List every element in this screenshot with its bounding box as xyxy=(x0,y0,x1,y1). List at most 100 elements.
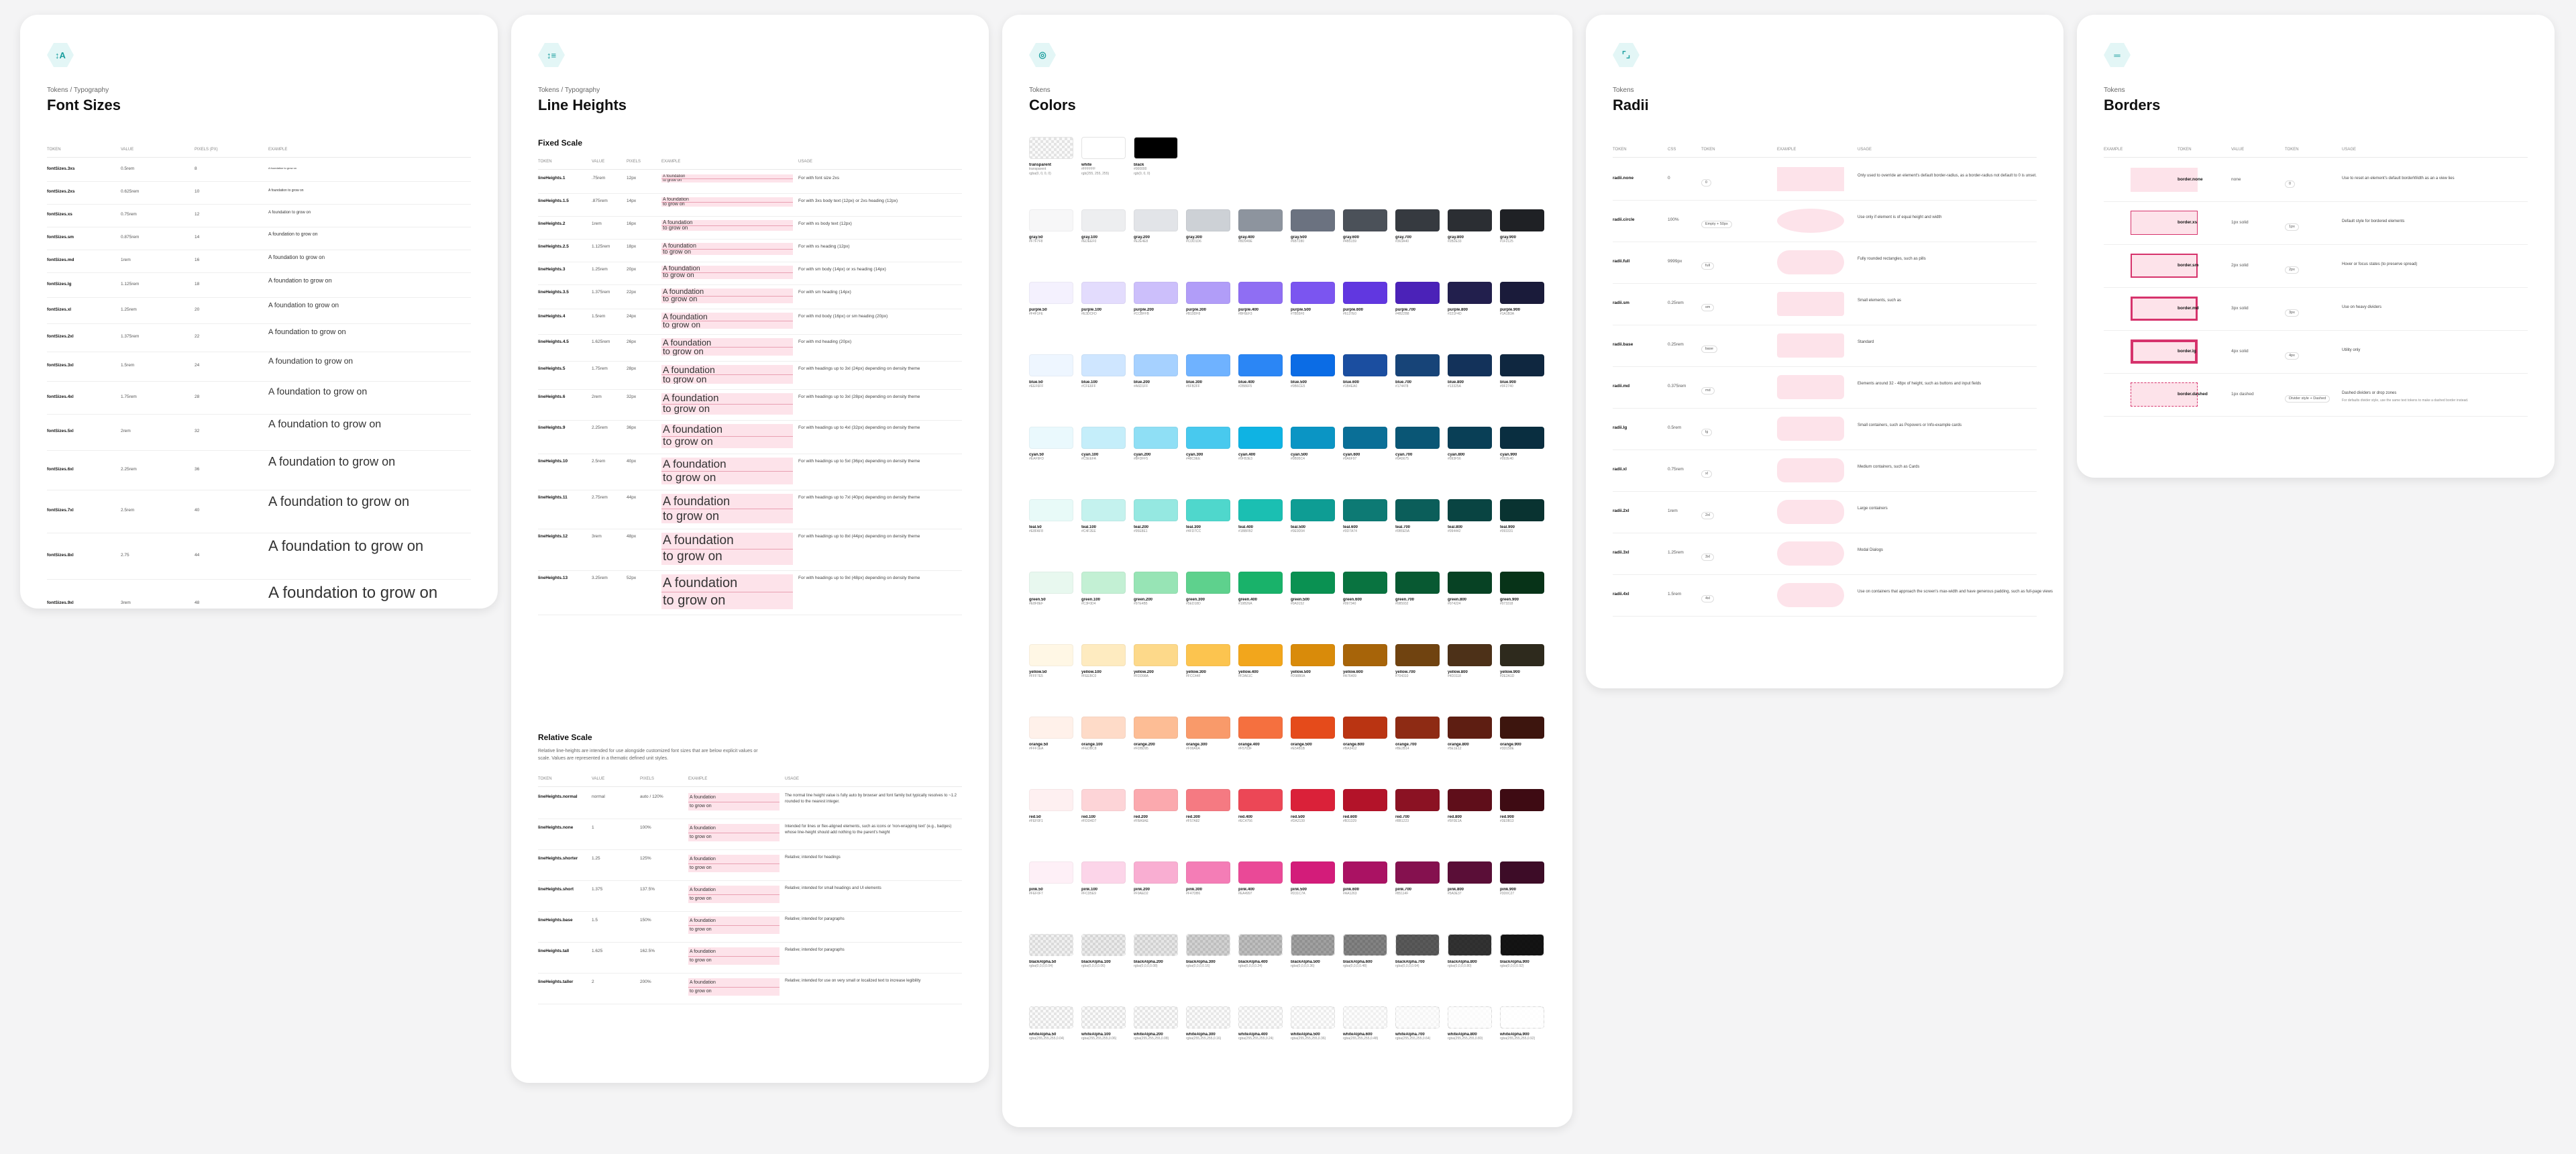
table-row: lineHeights.2.5 1.125rem 18px A foundation t… xyxy=(538,239,962,262)
token-value: 1rem xyxy=(1668,509,1678,513)
token-value: 3rem xyxy=(121,600,131,605)
swatch-color-box xyxy=(1081,354,1126,376)
color-swatch: green.400 #19B26A xyxy=(1238,572,1285,607)
swatch-hex: #0A6F97 xyxy=(1343,457,1357,461)
usage-text: Relative; intended for small headings an… xyxy=(785,886,881,890)
swatch-hex: rgba(255,255,255,0.08) xyxy=(1134,1037,1169,1041)
swatch-color-box xyxy=(1029,572,1073,594)
color-swatch: blue.500 #0B6CE5 xyxy=(1291,354,1338,389)
line-height-example: A foundation to grow on xyxy=(661,533,793,565)
palette-row-cyan: cyan.50 #EAF9FD cyan.100 #C5EEFA cyan.200 #8F… xyxy=(1029,427,1559,474)
table-row: lineHeights.base 1.5 150% A foundation to gr… xyxy=(538,911,962,943)
column-header: PIXELS xyxy=(640,777,655,781)
table-header: TOKEN VALUE PIXELS EXAMPLE USAGE xyxy=(538,160,962,170)
table-row: lineHeights.6 2rem 32px A foundation to grow… xyxy=(538,389,962,421)
token-value: 0.5rem xyxy=(121,166,135,171)
swatch-color-box xyxy=(1395,209,1440,231)
usage-text: Elements around 32 - 48px of height, suc… xyxy=(1858,382,1982,386)
color-swatch: pink.100 #FCD5E9 xyxy=(1081,861,1128,896)
color-swatch: green.600 #097340 xyxy=(1343,572,1390,607)
swatch-hex: #1BBFB2 xyxy=(1238,529,1253,533)
example-line-1: A foundation xyxy=(690,919,716,923)
table-row: fontSizes.8xl 2.75 44 A foundation to grow … xyxy=(47,533,471,580)
swatch-hex: #FEF0F1 xyxy=(1029,819,1043,823)
swatch-color-box xyxy=(1343,499,1387,521)
token-chip: Divider style + Dashed xyxy=(2285,395,2330,403)
color-swatch: cyan.200 #8FDFF5 xyxy=(1134,427,1181,462)
token-chip-cell: 3xl xyxy=(1701,549,1715,561)
swatch-color-box xyxy=(1291,209,1335,231)
color-swatch: green.300 #5ED18D xyxy=(1186,572,1233,607)
color-swatch: purple.50 #F4F1FE xyxy=(1029,282,1076,317)
swatch-hex: #A76409 xyxy=(1343,674,1357,678)
token-pixels: 20px xyxy=(627,267,637,272)
font-size-example: A foundation to grow on xyxy=(268,494,410,510)
color-swatch: cyan.700 #0A5675 xyxy=(1395,427,1442,462)
token-value: 4px solid xyxy=(2231,349,2249,354)
token-chip-cell: 4px xyxy=(2285,348,2299,360)
swatch-color-box xyxy=(1081,499,1126,521)
table-header: TOKEN CSS TOKEN EXAMPLE USAGE xyxy=(1613,148,2037,158)
token-name: radii.2xl xyxy=(1613,509,1629,513)
swatch-hex: #2E2A1D xyxy=(1500,674,1515,678)
swatch-color-box xyxy=(1291,572,1335,594)
line-height-example: A foundation to grow on xyxy=(661,266,793,279)
table-row: lineHeights.taller 2 200% A foundation to gr… xyxy=(538,973,962,1004)
color-swatch: green.200 #97E4B5 xyxy=(1134,572,1181,607)
token-pixels: 22 xyxy=(195,334,200,339)
swatch-hex: #092E40 xyxy=(1500,457,1514,461)
token-value: 1.25rem xyxy=(121,307,137,312)
token-chip: lg xyxy=(1701,429,1713,436)
color-swatch: teal.300 #4FD7CC xyxy=(1186,499,1233,534)
swatch-hex: rgba(0,0,0,0.06) xyxy=(1081,964,1106,968)
swatch-color-box xyxy=(1395,499,1440,521)
swatch-hex: rgba(0,0,0,0.04) xyxy=(1029,964,1053,968)
token-value: 3.25rem xyxy=(592,576,608,580)
usage-text: The normal line height value is fully au… xyxy=(785,794,957,804)
example-line-2: to grow on xyxy=(690,927,712,932)
table-row: radii.3xl 1.25rem 3xl Modal Dialogs xyxy=(1613,533,2037,575)
color-swatch: blackAlpha.100 rgba(0,0,0,0.06) xyxy=(1081,934,1128,969)
color-swatch: pink.900 #3D0C27 xyxy=(1500,861,1547,896)
token-name: lineHeights.normal xyxy=(538,794,578,799)
token-value: 1rem xyxy=(592,221,602,226)
swatch-color-box xyxy=(1238,717,1283,739)
font-size-example: A foundation to grow on xyxy=(268,386,368,397)
token-value: 2.5rem xyxy=(121,508,135,513)
color-swatch: teal.600 #0D7A74 xyxy=(1343,499,1390,534)
table-row: lineHeights.11 2.75rem 44px A foundation to … xyxy=(538,490,962,529)
color-swatch: whiteAlpha.900 rgba(255,255,255,0.92) xyxy=(1500,1006,1547,1041)
swatch-color-box xyxy=(1238,354,1283,376)
token-chip-cell: full xyxy=(1701,258,1715,270)
column-header: EXAMPLE xyxy=(2104,148,2123,152)
token-pixels: 14 xyxy=(195,235,200,240)
token-chip: xl xyxy=(1701,470,1712,478)
line-height-example: A foundation to grow on xyxy=(661,288,793,303)
usage-text: For with sm body (14px) or xs heading (1… xyxy=(798,267,886,272)
swatch-color-box xyxy=(1500,427,1544,449)
swatch-hex: #E54B1B xyxy=(1291,747,1305,751)
swatch-color-box xyxy=(1448,1006,1492,1029)
color-swatch: gray.700 #363A40 xyxy=(1395,209,1442,244)
swatch-hex: #FEDBC8 xyxy=(1081,747,1097,751)
swatch-color-box xyxy=(1238,282,1283,304)
color-swatch: whiteAlpha.50 rgba(255,255,255,0.04) xyxy=(1029,1006,1076,1041)
table-row: lineHeights.3 1.25rem 20px A foundation to g… xyxy=(538,262,962,285)
usage-text: Use to reset an element's default border… xyxy=(2342,176,2455,180)
token-value: 2.25rem xyxy=(592,425,608,430)
swatch-color-box xyxy=(1081,282,1126,304)
swatch-hex: #093F56 xyxy=(1448,457,1461,461)
line-height-example: A foundation to grow on xyxy=(688,824,780,841)
token-name: radii.circle xyxy=(1613,217,1635,222)
line-guide xyxy=(688,987,780,988)
swatch-color-box xyxy=(1081,209,1126,231)
example-line-1: A foundation xyxy=(663,458,727,470)
swatch-color-box xyxy=(1395,717,1440,739)
token-value: 1.25rem xyxy=(1668,550,1684,555)
table-row: lineHeights.10 2.5rem 40px A foundation to g… xyxy=(538,454,962,490)
column-header: CSS xyxy=(1668,148,1676,152)
swatch-hex: #0D7A74 xyxy=(1343,529,1357,533)
table-row: border.xs 1px solid 1px Default style for b… xyxy=(2104,201,2528,245)
color-swatch: whiteAlpha.400 rgba(255,255,255,0.24) xyxy=(1238,1006,1285,1041)
swatch-hex: #0A5675 xyxy=(1395,457,1409,461)
